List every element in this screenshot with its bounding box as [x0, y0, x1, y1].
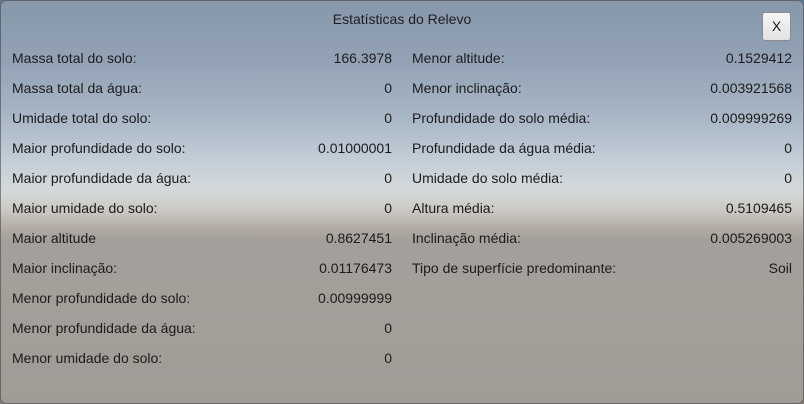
- stat-row: Massa total da água: 0: [12, 73, 392, 103]
- stat-label: Altura média:: [412, 200, 495, 216]
- stat-label: Profundidade do solo média:: [412, 110, 591, 126]
- stat-value: 166.3978: [333, 50, 392, 66]
- stat-row: Altura média: 0.5109465: [412, 193, 792, 223]
- stat-label: Umidade do solo média:: [412, 170, 563, 186]
- stat-row: Inclinação média: 0.005269003: [412, 223, 792, 253]
- stat-row: Maior inclinação: 0.01176473: [12, 253, 392, 283]
- stat-row: Menor inclinação: 0.003921568: [412, 73, 792, 103]
- stat-row: Menor umidade do solo: 0: [12, 343, 392, 373]
- stat-label: Tipo de superfície predominante:: [412, 260, 617, 276]
- stat-value: 0: [384, 200, 392, 216]
- stat-value: Soil: [768, 260, 792, 276]
- stat-value: 0: [384, 170, 392, 186]
- stat-label: Menor profundidade da água:: [12, 320, 196, 336]
- terrain-stats-window: Estatísticas do Relevo X Massa total do …: [0, 0, 804, 404]
- stat-label: Umidade total do solo:: [12, 110, 152, 126]
- stat-row: Profundidade da água média: 0: [412, 133, 792, 163]
- stat-value: 0: [784, 170, 792, 186]
- stat-value: 0.5109465: [725, 200, 792, 216]
- stat-row: Profundidade do solo média: 0.009999269: [412, 103, 792, 133]
- stat-row: Umidade total do solo: 0: [12, 103, 392, 133]
- stat-value: 0: [384, 80, 392, 96]
- stat-value: 0: [784, 140, 792, 156]
- stat-value: 0.005269003: [710, 230, 792, 246]
- stat-value: 0: [384, 320, 392, 336]
- stat-value: 0.00999999: [318, 290, 392, 306]
- stat-label: Massa total do solo:: [12, 50, 137, 66]
- stat-label: Maior umidade do solo:: [12, 200, 158, 216]
- stat-row: Menor altitude: 0.1529412: [412, 43, 792, 73]
- stat-value: 0.01000001: [318, 140, 392, 156]
- stat-value: 0: [384, 350, 392, 366]
- stat-label: Menor inclinação:: [412, 80, 522, 96]
- stat-value: 0.009999269: [710, 110, 792, 126]
- stat-label: Massa total da água:: [12, 80, 142, 96]
- stat-label: Inclinação média:: [412, 230, 521, 246]
- right-stats-column: Menor altitude: 0.1529412 Menor inclinação…: [412, 43, 792, 283]
- stat-row: Tipo de superfície predominante: Soil: [412, 253, 792, 283]
- stat-label: Maior inclinação:: [12, 260, 118, 276]
- stat-label: Menor altitude:: [412, 50, 505, 66]
- stat-label: Profundidade da água média:: [412, 140, 596, 156]
- stat-row: Maior umidade do solo: 0: [12, 193, 392, 223]
- stat-value: 0.8627451: [325, 230, 392, 246]
- stat-label: Menor umidade do solo:: [12, 350, 163, 366]
- stat-row: Maior profundidade da água: 0: [12, 163, 392, 193]
- close-button[interactable]: X: [762, 12, 791, 41]
- stat-row: Umidade do solo média: 0: [412, 163, 792, 193]
- stat-label: Menor profundidade do solo:: [12, 290, 191, 306]
- stat-value: 0: [384, 110, 392, 126]
- stat-label: Maior profundidade do solo:: [12, 140, 186, 156]
- left-stats-column: Massa total do solo: 166.3978 Massa total …: [12, 43, 392, 373]
- stat-row: Maior altitude 0.8627451: [12, 223, 392, 253]
- stat-row: Menor profundidade do solo: 0.00999999: [12, 283, 392, 313]
- stat-value: 0.003921568: [710, 80, 792, 96]
- stat-value: 0.1529412: [725, 50, 792, 66]
- window-title: Estatísticas do Relevo: [332, 11, 472, 27]
- stat-row: Maior profundidade do solo: 0.01000001: [12, 133, 392, 163]
- stat-value: 0.01176473: [319, 260, 392, 276]
- stat-row: Menor profundidade da água: 0: [12, 313, 392, 343]
- stat-row: Massa total do solo: 166.3978: [12, 43, 392, 73]
- stat-label: Maior altitude: [12, 230, 97, 246]
- stat-label: Maior profundidade da água:: [12, 170, 192, 186]
